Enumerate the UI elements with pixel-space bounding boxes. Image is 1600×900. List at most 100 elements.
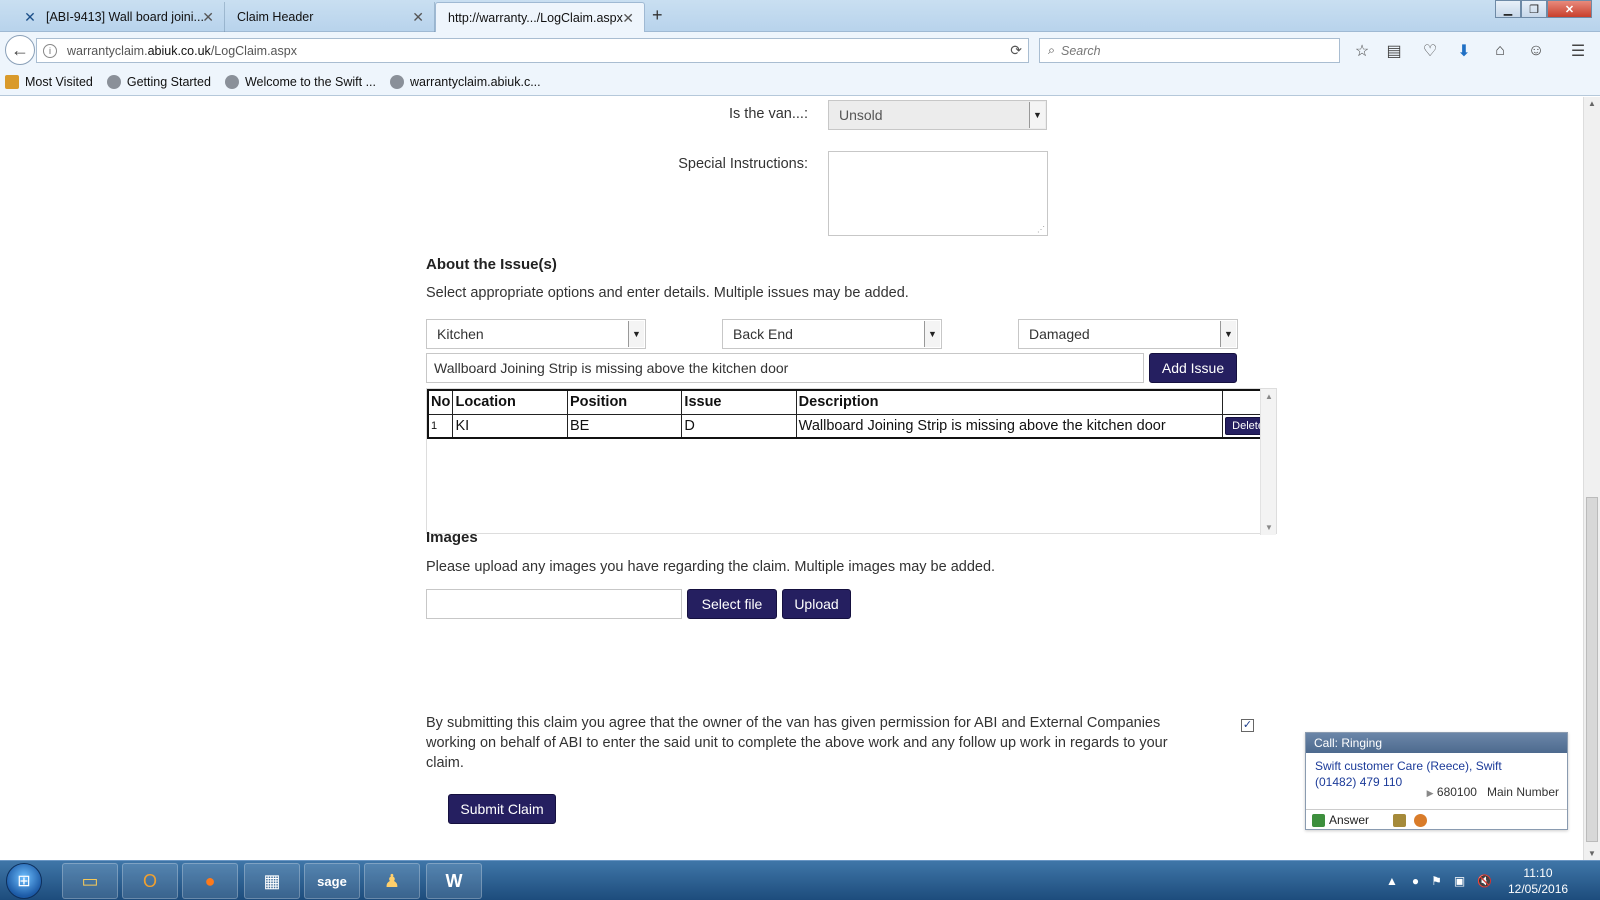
network-status-icon[interactable]: ● <box>1412 874 1419 888</box>
table-header-row: No Location Position Issue Description <box>427 389 1275 415</box>
bookmark-most-visited[interactable]: Most Visited <box>5 74 93 89</box>
search-icon: ⌕ <box>1048 43 1056 57</box>
tab-jira[interactable]: ✕ [ABI-9413] Wall board joini... ✕ <box>10 2 225 32</box>
column-header-position: Position <box>566 389 683 415</box>
issue-description-input[interactable]: Wallboard Joining Strip is missing above… <box>426 353 1144 383</box>
download-icon[interactable]: ⬇ <box>1454 41 1474 61</box>
url-domain: abiuk.co.uk <box>147 43 211 58</box>
answer-button[interactable]: Answer <box>1329 813 1369 827</box>
display-icon[interactable]: ▣ <box>1454 874 1465 888</box>
search-placeholder: Search <box>1061 43 1101 58</box>
scroll-up-icon[interactable]: ▲ <box>1588 99 1596 108</box>
tab-claim-header[interactable]: Claim Header ✕ <box>225 2 435 32</box>
info-icon[interactable]: i <box>43 43 57 58</box>
system-tray: ▲ ● ⚑ ▣ 🔇 <box>1386 861 1492 900</box>
phone-answer-icon[interactable] <box>1312 813 1325 827</box>
url-prefix: warrantyclaim. <box>67 43 148 58</box>
issues-table: No Location Position Issue Description 1… <box>427 389 1275 439</box>
cell-location: KI <box>452 413 568 439</box>
position-select[interactable]: Back End ▼ <box>722 319 942 349</box>
call-notification: Call: Ringing Swift customer Care (Reece… <box>1305 732 1568 830</box>
volume-muted-icon[interactable]: 🔇 <box>1477 874 1492 888</box>
location-select[interactable]: Kitchen ▼ <box>426 319 646 349</box>
resize-grip-icon[interactable]: ⋰ <box>1037 225 1045 234</box>
tab-logclaim[interactable]: http://warranty.../LogClaim.aspx ✕ <box>435 2 645 32</box>
chevron-down-icon: ▼ <box>1220 321 1236 347</box>
bookmark-getting-started[interactable]: Getting Started <box>106 74 211 89</box>
special-instructions-label: Special Instructions: <box>678 156 808 172</box>
home-icon[interactable]: ⌂ <box>1490 41 1510 61</box>
jira-icon: ✕ <box>24 8 36 25</box>
van-status-label: Is the van...: <box>729 106 808 122</box>
scroll-up-icon[interactable]: ▲ <box>1265 392 1273 401</box>
chevron-down-icon: ▼ <box>924 321 940 347</box>
tab-label: http://warranty.../LogClaim.aspx <box>448 10 623 25</box>
pocket-icon[interactable]: ♡ <box>1420 41 1440 61</box>
back-arrow-icon[interactable]: ← <box>5 35 35 65</box>
new-tab-icon[interactable]: + <box>652 5 663 26</box>
close-icon[interactable]: ✕ <box>622 10 634 27</box>
contact-icon[interactable] <box>1414 813 1428 827</box>
app-icon[interactable]: ♟ <box>364 863 420 899</box>
submit-claim-button[interactable]: Submit Claim <box>448 794 556 824</box>
bookmark-folder-icon <box>5 74 19 89</box>
bookmark-star-icon[interactable]: ☆ <box>1352 41 1372 61</box>
special-instructions-textarea[interactable]: ⋰ <box>828 151 1048 236</box>
calendar-app-icon[interactable]: ▦ <box>244 863 300 899</box>
page-scrollbar[interactable]: ▲ ▼ <box>1583 97 1600 860</box>
images-heading: Images <box>426 529 478 546</box>
reading-list-icon[interactable]: ▤ <box>1384 41 1404 61</box>
taskbar: ⊞ ▭ O ● ▦ sage ♟ W ▲ ● ⚑ ▣ 🔇 11:10 12/05… <box>0 860 1600 900</box>
word-icon[interactable]: W <box>426 863 482 899</box>
select-file-button[interactable]: Select file <box>687 589 777 619</box>
maximize-icon[interactable]: ❐ <box>1521 0 1547 18</box>
action-center-flag-icon[interactable]: ⚑ <box>1431 874 1442 888</box>
reload-icon[interactable]: ⟳ <box>1010 42 1022 59</box>
taskbar-clock[interactable]: 11:10 12/05/2016 <box>1508 865 1568 897</box>
tab-label: [ABI-9413] Wall board joini... <box>46 10 204 24</box>
globe-icon <box>224 74 239 89</box>
call-status-title: Call: Ringing <box>1306 733 1567 753</box>
scrollbar-thumb[interactable] <box>1586 497 1598 842</box>
explorer-icon[interactable]: ▭ <box>62 863 118 899</box>
chat-icon[interactable]: ☺ <box>1526 41 1546 61</box>
close-window-icon[interactable]: ✕ <box>1547 0 1592 18</box>
tab-label: Claim Header <box>237 10 314 24</box>
url-path: /LogClaim.aspx <box>210 43 297 58</box>
transfer-icon[interactable] <box>1393 813 1407 827</box>
cell-description: Wallboard Joining Strip is missing above… <box>795 413 1224 439</box>
column-header-no: No <box>427 389 454 415</box>
address-bar[interactable]: i warrantyclaim. abiuk.co.uk/LogClaim.asp… <box>36 38 1029 63</box>
outlook-icon[interactable]: O <box>122 863 178 899</box>
issues-scrollbar[interactable]: ▲ ▼ <box>1260 389 1276 535</box>
start-button[interactable]: ⊞ <box>6 863 42 899</box>
bookmark-welcome-swift[interactable]: Welcome to the Swift ... <box>224 74 376 89</box>
add-issue-button[interactable]: Add Issue <box>1149 353 1237 383</box>
issue-type-select[interactable]: Damaged ▼ <box>1018 319 1238 349</box>
van-status-select[interactable]: Unsold ▼ <box>828 100 1047 130</box>
scroll-down-icon[interactable]: ▼ <box>1588 849 1596 858</box>
cell-no: 1 <box>427 413 454 439</box>
consent-text: By submitting this claim you agree that … <box>426 715 1168 771</box>
close-icon[interactable]: ✕ <box>202 9 214 26</box>
cell-issue: D <box>681 413 797 439</box>
consent-checkbox[interactable]: ✓ <box>1241 719 1254 732</box>
scroll-down-icon[interactable]: ▼ <box>1265 523 1273 532</box>
menu-icon[interactable]: ☰ <box>1568 41 1588 61</box>
minimize-icon[interactable]: ▁ <box>1495 0 1521 18</box>
images-instructions: Please upload any images you have regard… <box>426 559 996 575</box>
file-path-input[interactable] <box>426 589 682 619</box>
sage-icon[interactable]: sage <box>304 863 360 899</box>
upload-button[interactable]: Upload <box>782 589 851 619</box>
bookmark-warrantyclaim[interactable]: warrantyclaim.abiuk.c... <box>390 74 541 89</box>
show-hidden-icons-icon[interactable]: ▲ <box>1386 874 1398 888</box>
search-input[interactable]: ⌕ Search <box>1039 38 1340 63</box>
firefox-icon[interactable]: ● <box>182 863 238 899</box>
window-controls: ▁ ❐ ✕ <box>1495 0 1592 18</box>
issues-table-container: No Location Position Issue Description 1… <box>426 388 1277 535</box>
column-header-issue: Issue <box>681 389 797 415</box>
globe-icon <box>106 74 121 89</box>
cell-position: BE <box>566 413 683 439</box>
called-number: ▶ 680100 Main Number <box>1426 785 1559 799</box>
close-icon[interactable]: ✕ <box>412 9 424 26</box>
